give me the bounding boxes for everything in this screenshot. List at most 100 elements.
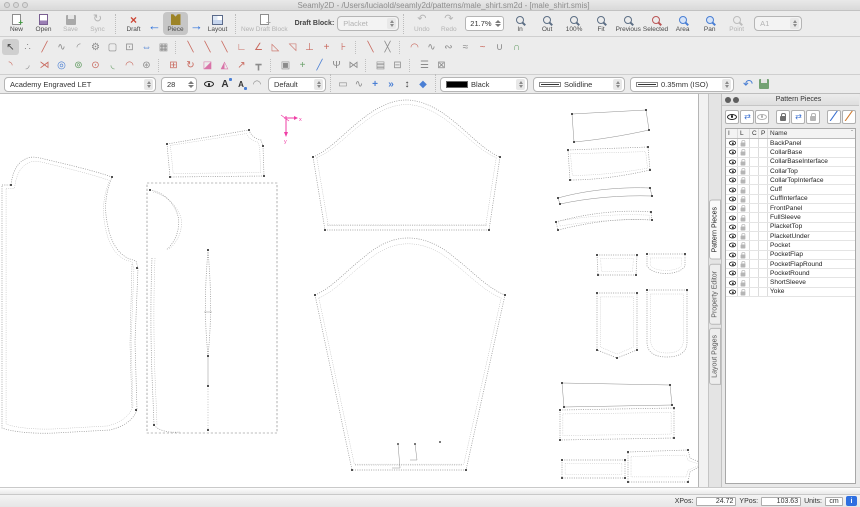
zoom-level-spinner[interactable]: 21.7% xyxy=(465,16,503,31)
line-intersect-tool[interactable]: ╳ xyxy=(379,39,396,55)
panel-close-button[interactable] xyxy=(725,97,731,103)
angle-line-tool[interactable]: ∟ xyxy=(233,39,250,55)
column-name[interactable]: Name xyxy=(768,129,849,138)
visible-eye-icon[interactable] xyxy=(729,178,736,183)
lock-all-pieces-button[interactable] xyxy=(776,110,790,124)
curve-intersect-tool[interactable]: ∾ xyxy=(440,39,457,55)
undo-button[interactable]: ↶ Undo xyxy=(409,13,434,34)
toggle-visibility-button[interactable]: ⇄ xyxy=(740,110,754,124)
show-all-pieces-button[interactable] xyxy=(725,110,739,124)
intersect-xy-tool[interactable]: ⊦ xyxy=(335,39,352,55)
visible-eye-icon[interactable] xyxy=(729,150,736,155)
visible-eye-icon[interactable] xyxy=(729,243,736,248)
pattern-piece-row[interactable]: CollarTop xyxy=(726,167,855,176)
curve-cut-tool[interactable]: ~ xyxy=(474,39,491,55)
save-defaults-button[interactable] xyxy=(756,77,772,92)
visible-eye-icon[interactable] xyxy=(729,206,736,211)
edit-properties-button[interactable]: ╱ xyxy=(827,110,841,124)
increase-label-font-button[interactable]: A xyxy=(217,77,233,92)
axis-point-tool[interactable]: + xyxy=(318,39,335,55)
curve-direction-button[interactable]: ∿ xyxy=(351,77,367,92)
visible-eye-icon[interactable] xyxy=(729,271,736,276)
curve-point-tool[interactable]: ◠ xyxy=(406,39,423,55)
piece-full-sleeve[interactable] xyxy=(315,238,505,470)
line-tool[interactable]: ╲ xyxy=(362,39,379,55)
tab-property-editor[interactable]: Property Editor xyxy=(709,264,721,325)
previous-mode-arrow-icon[interactable]: ← xyxy=(148,14,161,33)
zoom-selected-button[interactable]: Selected xyxy=(643,13,668,34)
tab-layout-pages[interactable]: Layout Pages xyxy=(709,328,721,385)
arc-along-tool[interactable]: ◞ xyxy=(19,57,36,73)
pattern-piece-row[interactable]: CollarBaseInterface xyxy=(726,158,855,167)
intersect-circles-tool[interactable]: ◎ xyxy=(53,57,70,73)
mirror-by-axis-tool[interactable]: ◭ xyxy=(216,57,233,73)
lock-icon[interactable] xyxy=(741,189,746,193)
tab-pattern-pieces[interactable]: Pattern Pieces xyxy=(709,200,721,260)
print-layout-tool[interactable]: ☰ xyxy=(416,57,433,73)
lock-icon[interactable] xyxy=(741,264,746,268)
lock-icon[interactable] xyxy=(741,291,746,295)
curve-scissors-tool[interactable]: ⋊ xyxy=(36,57,53,73)
anchor-point-tool[interactable]: Ψ xyxy=(328,57,345,73)
visible-eye-icon[interactable] xyxy=(729,197,736,202)
midpoint-tool[interactable]: ∴ xyxy=(19,39,36,55)
piece-pocket-round[interactable] xyxy=(647,290,687,357)
zoom-point-button[interactable]: Point xyxy=(724,13,749,34)
resize-tool[interactable]: ⇔ xyxy=(138,39,155,55)
ellipse-arc-tool[interactable]: ⊛ xyxy=(138,57,155,73)
lock-icon[interactable] xyxy=(741,171,746,175)
pattern-canvas[interactable]: x y xyxy=(0,94,699,487)
reset-button[interactable]: ↶ xyxy=(740,77,756,92)
open-button[interactable]: Open xyxy=(31,13,56,34)
visible-eye-icon[interactable] xyxy=(729,169,736,174)
pattern-piece-row[interactable]: PocketFlapRound xyxy=(726,260,855,269)
font-size-spinner[interactable]: 28 xyxy=(161,77,197,92)
piece-collar-top[interactable] xyxy=(556,211,652,230)
new-piece-tool[interactable]: + xyxy=(294,57,311,73)
draft-mode-button[interactable]: × Draft xyxy=(121,13,146,34)
pattern-piece-row[interactable]: PlacketUnder xyxy=(726,232,855,241)
export-layout-tool[interactable]: ⊠ xyxy=(433,57,450,73)
spline-path-tool[interactable]: ≈ xyxy=(457,39,474,55)
piece-collar-base-interface[interactable] xyxy=(572,110,649,142)
export-pieces-tool[interactable]: ▤ xyxy=(372,57,389,73)
pattern-piece-row[interactable]: CollarBase xyxy=(726,148,855,157)
rotate-tool[interactable]: ↻ xyxy=(182,57,199,73)
visible-eye-icon[interactable] xyxy=(729,280,736,285)
decrease-label-font-button[interactable]: A xyxy=(233,77,249,92)
label-orientation-button[interactable]: ◠ xyxy=(249,77,265,92)
point-from-circle-tool[interactable]: ⊙ xyxy=(87,57,104,73)
panel-float-button[interactable] xyxy=(733,97,739,103)
column-in-layout[interactable]: I xyxy=(726,129,738,138)
pattern-piece-row[interactable]: CuffInterface xyxy=(726,195,855,204)
hide-all-pieces-button[interactable] xyxy=(755,110,769,124)
pattern-piece-row[interactable]: FrontPanel xyxy=(726,204,855,213)
piece-cuff-interface[interactable] xyxy=(562,383,672,407)
line-between-points-tool[interactable]: ╱ xyxy=(36,39,53,55)
height-point-tool[interactable]: ⊥ xyxy=(301,39,318,55)
piece-yoke[interactable] xyxy=(167,130,264,177)
visible-eye-icon[interactable] xyxy=(729,159,736,164)
pattern-piece-row[interactable]: Yoke xyxy=(726,288,855,297)
piece-back-panel[interactable] xyxy=(147,183,277,433)
piece-short-sleeve[interactable] xyxy=(313,100,500,230)
control-points-button[interactable]: ▭ xyxy=(335,77,351,92)
move-point-button[interactable]: + xyxy=(367,77,383,92)
zoom-previous-button[interactable]: Previous xyxy=(616,13,641,34)
new-draft-block-button[interactable]: + New Draft Block xyxy=(241,13,288,34)
piece-pocket-flap[interactable] xyxy=(597,255,637,275)
circle-tangent-tool[interactable]: ⊚ xyxy=(70,57,87,73)
unlock-all-pieces-button[interactable] xyxy=(806,110,820,124)
zoom-pan-button[interactable]: Pan xyxy=(697,13,722,34)
pattern-piece-row[interactable]: BackPanel xyxy=(726,139,855,148)
mirror-by-line-tool[interactable]: ◪ xyxy=(199,57,216,73)
lock-icon[interactable] xyxy=(741,282,746,286)
lock-icon[interactable] xyxy=(741,208,746,212)
sheet-size-select[interactable]: A1 xyxy=(754,16,802,31)
piece-placket-top[interactable] xyxy=(628,450,699,482)
zoom-100-button[interactable]: 100% xyxy=(562,13,587,34)
arc-tool[interactable]: ◜ xyxy=(70,39,87,55)
lock-icon[interactable] xyxy=(741,254,746,258)
pointer-tool[interactable]: ↖ xyxy=(2,39,19,55)
group-select[interactable]: Default xyxy=(268,77,326,92)
